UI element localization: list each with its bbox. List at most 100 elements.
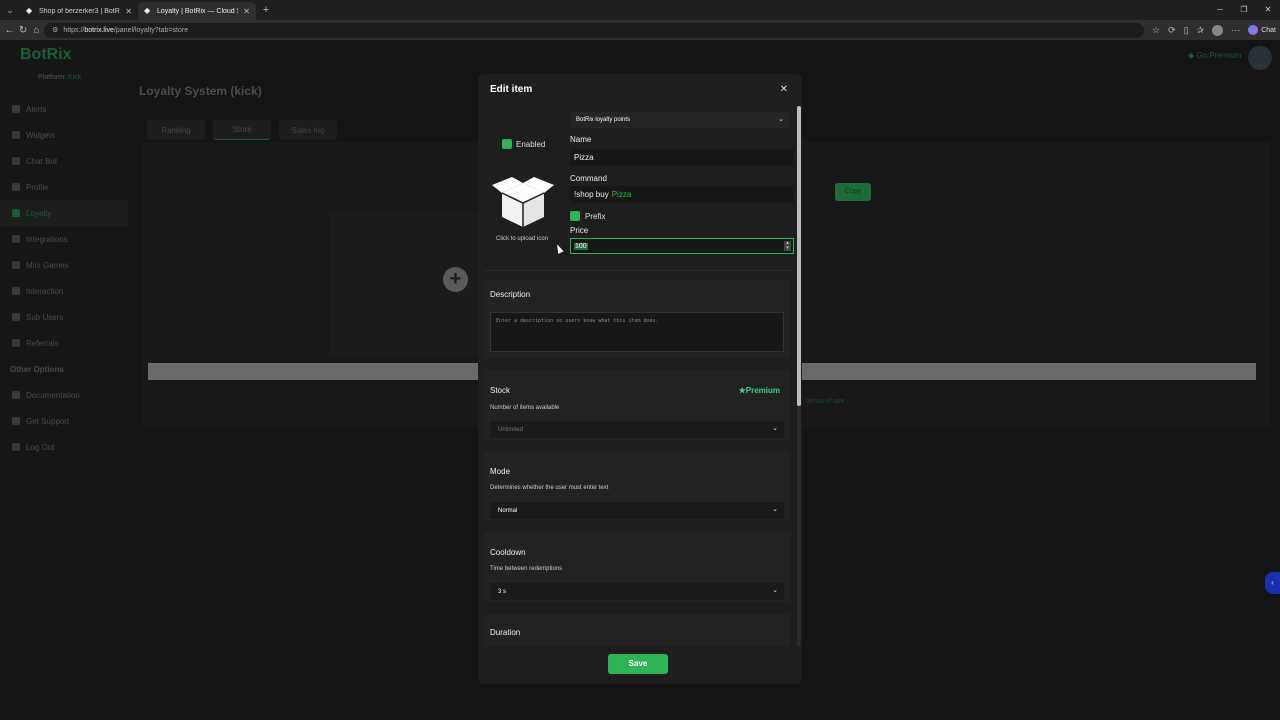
go-premium-link[interactable]: ◆ Go Premium [1188,51,1241,60]
sidebar-menu: Alerts Widgets Chat Bot Profile Loyalty … [0,96,128,460]
currency-select[interactable]: BotRix loyalty points ⌄ [570,112,790,128]
sidebar-item-documentation[interactable]: Documentation [0,382,128,408]
sidebar: BotRix Platform: Kick Alerts Widgets Cha… [0,40,128,720]
copilot-chat-button[interactable]: Chat [1248,25,1276,35]
sidebar-item-alerts[interactable]: Alerts [0,96,128,122]
price-input[interactable]: 100 ▴ ▾ [570,238,794,254]
tab-title: Loyalty | BotRix — Cloud Streamin [157,7,238,15]
user-avatar[interactable] [1248,46,1272,70]
box-icon[interactable] [488,175,558,231]
favorite-star-icon[interactable]: ☆ [1152,25,1160,36]
close-tab-icon[interactable]: ✕ [243,7,250,16]
cooldown-section: Cooldown Time between redemptions 3 s ⌄ [484,532,790,602]
doc-icon [12,391,20,399]
close-tab-icon[interactable]: ✕ [125,7,132,16]
divider [484,270,790,271]
close-window-icon[interactable]: ✕ [1256,0,1280,20]
sidebar-item-mini-games[interactable]: Mini Games [0,252,128,278]
chevron-down-icon: ⌄ [772,425,778,432]
sidebar-item-log-out[interactable]: Log Out [0,434,128,460]
window-controls: ─ ❐ ✕ [1208,0,1280,20]
minimize-icon[interactable]: ─ [1208,0,1232,20]
copy-button[interactable]: Copy [835,183,871,201]
botrix-favicon-icon: ◆ [144,6,151,15]
url-field[interactable]: ⚙ https://botrix.live/panel/loyalty?tab=… [44,22,1145,38]
cooldown-description: Time between redemptions [490,566,563,572]
site-info-icon[interactable]: ⚙ [52,26,58,34]
cooldown-label: Cooldown [490,548,526,557]
cooldown-select[interactable]: 3 s ⌄ [490,583,784,600]
platform-indicator: Platform: Kick [38,74,82,81]
url-text: https://botrix.live/panel/loyalty?tab=st… [63,26,189,34]
premium-badge: ★Premium [738,386,780,395]
tab-ranking[interactable]: Ranking [147,120,205,140]
split-screen-icon[interactable]: ▯ [1184,25,1189,36]
more-icon[interactable]: ⋯ [1231,25,1240,36]
refresh-icon[interactable]: ↻ [17,25,28,36]
new-tab-icon[interactable]: + [256,4,276,16]
close-icon[interactable]: ✕ [780,84,788,95]
referrals-icon [12,339,20,347]
price-label: Price [570,226,589,235]
modal-scrollbar-thumb[interactable] [797,106,801,406]
botrix-logo[interactable]: BotRix [20,46,72,64]
name-label: Name [570,135,592,144]
stock-label: Stock [490,386,511,395]
description-textarea[interactable]: Enter a description so users know what t… [490,312,784,352]
stock-select[interactable]: Unlimited ⌄ [490,421,784,438]
add-item-plus-icon[interactable]: + [443,267,468,292]
integrations-icon [12,235,20,243]
restore-icon[interactable]: ❐ [1232,0,1256,20]
loyalty-icon [12,209,20,217]
logout-icon [12,443,20,451]
stock-section: Stock ★Premium Number of items available… [484,370,790,440]
sidebar-item-widgets[interactable]: Widgets [0,122,128,148]
support-icon [12,417,20,425]
browser-tab-shop[interactable]: ◆ Shop of berzerker3 | BotRix — Clo ✕ [20,2,138,20]
enabled-checkbox[interactable] [502,139,512,149]
profile-avatar-icon[interactable] [1212,24,1224,36]
page-title: Loyalty System (kick) [139,84,262,98]
description-section: Description Enter a description so users… [484,280,790,358]
sidebar-item-chat-bot[interactable]: Chat Bot [0,148,128,174]
back-icon[interactable]: ← [4,25,15,36]
chevron-down-icon: ⌄ [772,587,778,594]
sidebar-item-loyalty[interactable]: Loyalty [0,200,128,226]
stock-description: Number of items available [490,405,560,411]
bot-icon [12,157,20,165]
chevron-down-icon: ⌄ [778,116,784,123]
tab-list-icon[interactable]: ⌄ [0,0,20,20]
prefix-checkbox[interactable] [570,211,580,221]
enabled-toggle[interactable]: Enabled [502,139,545,149]
tab-store[interactable]: Store [213,120,271,140]
browser-tab-bar: ⌄ ◆ Shop of berzerker3 | BotRix — Clo ✕ … [0,0,1280,20]
save-button[interactable]: Save [608,654,668,674]
stepper-icon[interactable]: ▴ ▾ [784,241,791,251]
sidebar-item-referrals[interactable]: Referrals [0,330,128,356]
upload-icon-label[interactable]: Click to upload icon [496,236,548,242]
sidebar-item-interaction[interactable]: Interaction [0,278,128,304]
modal-title: Edit item [490,84,533,95]
sidebar-item-integrations[interactable]: Integrations [0,226,128,252]
collapse-chevron-icon[interactable]: ‹ [1265,572,1280,594]
tab-sales-log[interactable]: Sales log [279,120,337,140]
botrix-favicon-icon: ◆ [26,6,33,15]
command-input[interactable]: !shop buy Pizza [570,186,794,203]
loyalty-tabs: Ranking Store Sales log [147,120,337,140]
browser-tab-loyalty[interactable]: ◆ Loyalty | BotRix — Cloud Streamin ✕ [138,2,256,20]
sidebar-item-get-support[interactable]: Get Support [0,408,128,434]
mode-select[interactable]: Normal ⌄ [490,502,784,519]
sidebar-item-profile[interactable]: Profile [0,174,128,200]
sidebar-item-sub-users[interactable]: Sub Users [0,304,128,330]
prefix-toggle[interactable]: Prefix [570,211,605,221]
name-input[interactable]: Pizza [570,149,794,166]
command-label: Command [570,174,607,183]
favorites-icon[interactable]: ✰ [1197,25,1205,36]
extensions-icon[interactable]: ⟳ [1168,25,1176,36]
terms-link[interactable]: terms of use [806,398,845,405]
home-icon[interactable]: ⌂ [31,25,42,36]
address-bar-row: ← ↻ ⌂ ⚙ https://botrix.live/panel/loyalt… [0,20,1280,40]
browser-toolbar-icons: ☆ ⟳ ▯ ✰ ⋯ Chat [1152,24,1276,36]
users-icon [12,313,20,321]
user-icon [12,183,20,191]
